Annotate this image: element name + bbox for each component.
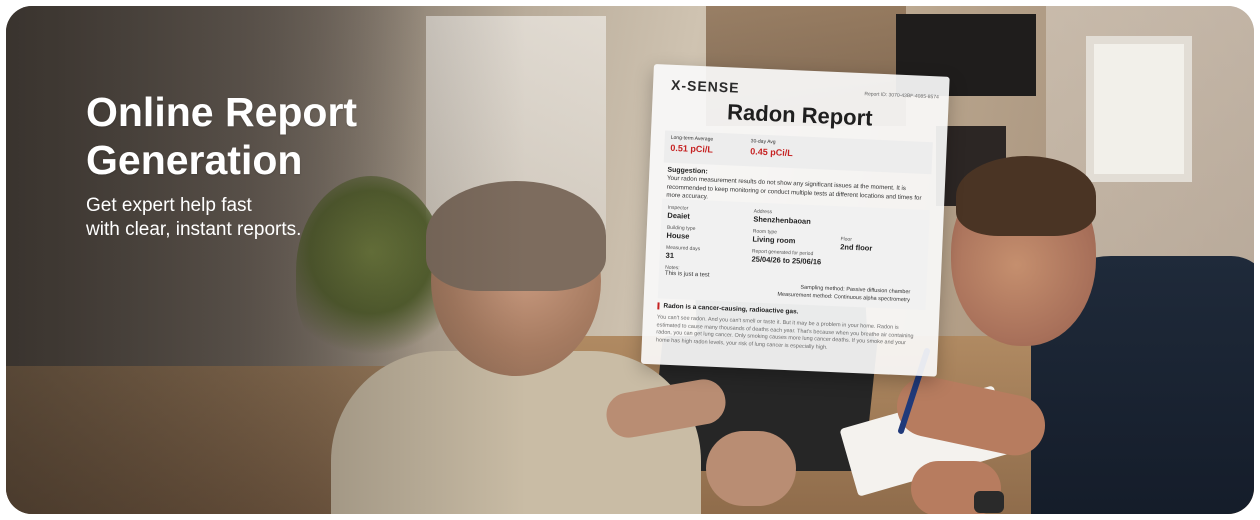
building-value: House	[666, 230, 690, 241]
day30-label: 30-day Avg	[750, 138, 776, 146]
period-value: 25/04/26 to 25/06/16	[751, 254, 822, 267]
hero-subtitle: Get expert help fast with clear, instant…	[86, 194, 506, 242]
day30-value: 0.45 pCi/L	[750, 146, 793, 159]
hero-title: Online Report Generation	[86, 88, 506, 184]
person-left-hand	[706, 431, 796, 506]
person-right-hair	[956, 156, 1096, 236]
address-value: Shenzhenbaoan	[753, 214, 811, 226]
warning-heading: Radon is a cancer-causing, radioactive g…	[657, 302, 799, 316]
notes-value: This is just a test	[664, 270, 710, 279]
measured-days-value: 31	[665, 250, 675, 261]
inspector-value: Deaiet	[667, 210, 691, 221]
hero-title-line-1: Online Report	[86, 89, 358, 135]
text-contrast-overlay	[6, 6, 526, 514]
radon-report-card: X-SENSE Report ID: 3070-43BF-4085-8574 R…	[640, 64, 950, 377]
details-card: Inspector Deaiet Address Shenzhenbaoan B…	[657, 198, 930, 311]
long-term-label: Long-term Average	[670, 134, 714, 143]
background-window-right	[1086, 36, 1192, 182]
floor-value: 2nd floor	[840, 242, 873, 253]
hero-subtitle-line-1: Get expert help fast	[86, 195, 252, 216]
room-value: Living room	[752, 234, 796, 246]
hero-title-line-2: Generation	[86, 137, 303, 183]
report-title: Radon Report	[726, 99, 874, 131]
hero-banner: X-SENSE Report ID: 3070-43BF-4085-8574 R…	[6, 6, 1254, 514]
xsense-logo: X-SENSE	[670, 76, 740, 96]
hero-subtitle-line-2: with clear, instant reports.	[86, 219, 302, 240]
hero-text: Online Report Generation Get expert help…	[86, 88, 506, 242]
wristwatch	[974, 491, 1004, 513]
report-id: Report ID: 3070-43BF-4085-8574	[864, 91, 939, 101]
long-term-value: 0.51 pCi/L	[670, 142, 714, 155]
warning-text: You can't see radon. And you can't smell…	[655, 314, 914, 351]
